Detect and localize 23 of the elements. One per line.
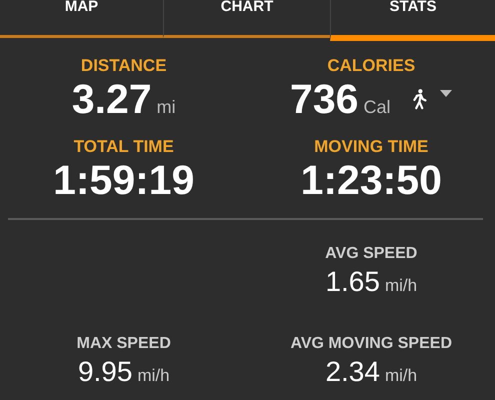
stat-value: 2.34: [325, 355, 380, 389]
stat-value: 9.95: [78, 355, 132, 389]
unit-label: mi/h: [384, 276, 418, 296]
unit-label: mi/h: [384, 366, 418, 386]
stat-label: MOVING TIME: [314, 137, 428, 157]
tab[interactable]: CHART: [163, 0, 330, 38]
stat-label: AVG MOVING SPEED: [290, 334, 452, 354]
stat-value: 1:59:19: [53, 157, 194, 203]
tab[interactable]: MAP: [0, 0, 163, 38]
stat-value: 1.65: [325, 265, 380, 299]
unit-label: Cal: [363, 97, 390, 118]
unit-label: mi/h: [137, 366, 170, 386]
stat-label: TOTAL TIME: [74, 137, 174, 157]
stat-label: CALORIES: [327, 56, 416, 76]
stat-label: DISTANCE: [80, 56, 167, 76]
unit-label: mi: [156, 97, 176, 118]
stat-label: MAX SPEED: [76, 334, 171, 354]
stat-label: AVG SPEED: [325, 244, 418, 264]
stat-value: 1:23:50: [300, 157, 442, 203]
stat-value: 3.27: [72, 76, 152, 122]
tab[interactable]: STATS: [330, 0, 495, 41]
stat-value: 736: [290, 76, 358, 122]
dropdown-icon[interactable]: [440, 90, 452, 98]
